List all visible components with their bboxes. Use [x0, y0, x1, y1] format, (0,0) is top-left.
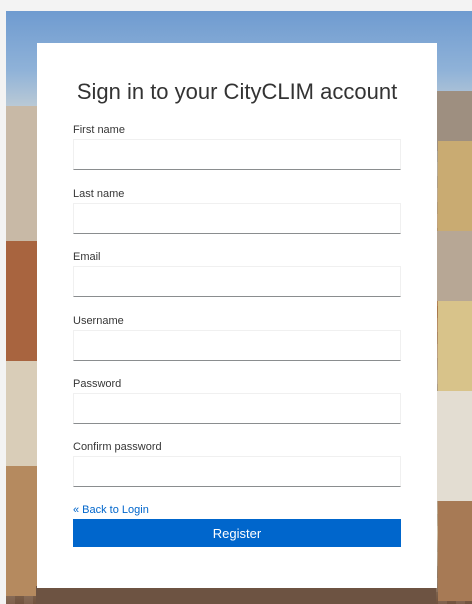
- first-name-input[interactable]: [73, 139, 401, 170]
- building-shape: [436, 391, 472, 501]
- last-name-input[interactable]: [73, 203, 401, 234]
- login-card: Sign in to your CityCLIM account First n…: [37, 43, 437, 588]
- register-button[interactable]: Register: [73, 519, 401, 547]
- password-label: Password: [73, 378, 122, 390]
- building-shape: [6, 466, 40, 596]
- password-input[interactable]: [73, 393, 401, 424]
- username-label: Username: [73, 315, 124, 327]
- last-name-label: Last name: [73, 188, 125, 200]
- email-label: Email: [73, 251, 101, 263]
- building-shape: [438, 501, 472, 601]
- page-title: Sign in to your CityCLIM account: [76, 79, 398, 104]
- back-to-login-link[interactable]: « Back to Login: [73, 504, 149, 516]
- username-input[interactable]: [73, 330, 401, 361]
- confirm-password-input[interactable]: [73, 456, 401, 487]
- confirm-password-label: Confirm password: [73, 441, 162, 453]
- building-shape: [438, 141, 472, 231]
- building-shape: [6, 241, 38, 361]
- building-shape: [6, 361, 40, 471]
- building-shape: [36, 586, 436, 604]
- email-input[interactable]: [73, 266, 401, 297]
- building-shape: [436, 231, 472, 301]
- first-name-label: First name: [73, 124, 125, 136]
- building-shape: [438, 301, 472, 391]
